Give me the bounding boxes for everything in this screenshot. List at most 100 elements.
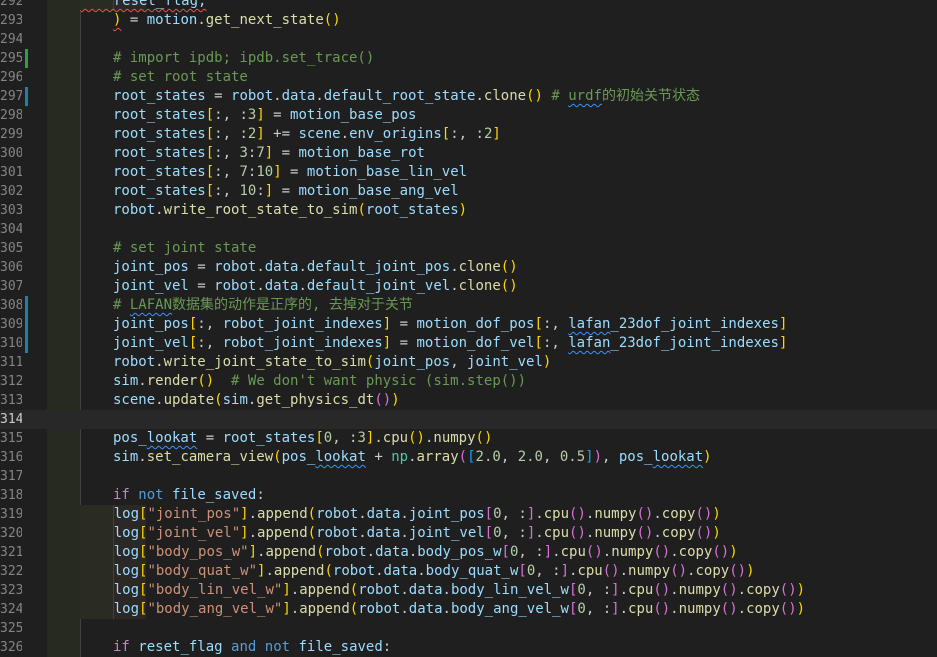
code-token: cpu xyxy=(382,430,409,446)
code-token: _23dof_joint_indexes xyxy=(610,335,779,351)
code-token: . xyxy=(408,449,417,465)
line-number: 322 xyxy=(0,564,22,579)
code-token: motion xyxy=(146,12,198,28)
code-line[interactable]: 321 log["body_pos_w"].append(robot.data.… xyxy=(0,543,937,562)
code-text: # LAFAN数据集的动作是正序的, 去掉对于关节 xyxy=(113,296,413,315)
code-line[interactable]: 324 log["body_ang_vel_w"].append(robot.d… xyxy=(0,600,937,619)
git-modified-marker[interactable] xyxy=(25,87,28,106)
code-text: log["joint_vel"].append(robot.data.joint… xyxy=(80,524,721,543)
code-token: [ xyxy=(205,145,215,161)
code-line[interactable]: 305 # set joint state xyxy=(0,239,937,258)
code-line[interactable]: 325 xyxy=(0,619,937,638)
code-token: [ xyxy=(315,430,324,446)
indent-guide xyxy=(47,543,80,562)
code-line[interactable]: 322 log["body_quat_w"].append(robot.data… xyxy=(0,562,937,581)
code-token: ) xyxy=(458,202,468,218)
code-token: () xyxy=(197,373,215,389)
code-line[interactable]: 306 joint_pos = robot.data.default_joint_… xyxy=(0,258,937,277)
code-token: "joint_pos" xyxy=(147,506,241,522)
code-text: joint_pos [:, robot_joint_indexes] = moti… xyxy=(113,315,787,334)
code-line[interactable]: 307 joint_vel = robot.data.default_joint_… xyxy=(0,277,937,296)
code-token: joint_pos xyxy=(113,259,189,275)
indent-guide xyxy=(47,239,80,258)
line-number: 305 xyxy=(0,241,22,256)
indent-guide-line xyxy=(80,448,81,467)
code-token: ) xyxy=(746,563,755,579)
code-line[interactable]: 303 robot.write_root_state_to_sim(root_st… xyxy=(0,201,937,220)
code-token: [ xyxy=(205,183,215,199)
code-token: update xyxy=(163,392,215,408)
code-line[interactable]: 323 log["body_lin_vel_w"].append(robot.d… xyxy=(0,581,937,600)
code-line[interactable]: 300 root_states[:, 3:7] = motion_base_rot xyxy=(0,144,937,163)
code-line[interactable]: 299 root_states[:, :2] += scene.env_origi… xyxy=(0,125,937,144)
code-line[interactable]: 310 joint_vel [:, robot_joint_indexes] = m… xyxy=(0,334,937,353)
code-token: , xyxy=(500,449,518,465)
line-number: 321 xyxy=(0,545,22,560)
code-line[interactable]: 294 xyxy=(0,30,937,49)
code-token: robot_joint_indexes xyxy=(222,316,383,332)
code-line[interactable]: 298 root_states[:, :3] = motion_base_pos xyxy=(0,106,937,125)
code-token: . xyxy=(619,582,629,598)
git-added-marker[interactable] xyxy=(25,49,28,68)
code-line[interactable]: 308 # LAFAN数据集的动作是正序的, 去掉对于关节 xyxy=(0,296,937,315)
code-line[interactable]: 302 root_states[:, 10:] = motion_base_ang… xyxy=(0,182,937,201)
code-line[interactable]: 315 pos_lookat = root_states[0, :3].cpu()… xyxy=(0,429,937,448)
code-line[interactable]: 292 reset_flag, xyxy=(0,0,937,11)
code-token: env_origins xyxy=(349,126,442,142)
indent-guide xyxy=(47,562,80,581)
code-line[interactable]: 304 xyxy=(0,220,937,239)
code-line[interactable]: 296 # set root state xyxy=(0,68,937,87)
code-token: 的初始关节状态 xyxy=(601,88,700,104)
code-text: robot.write_joint_state_to_sim(joint_pos… xyxy=(113,353,551,372)
code-text: root_states[:, :2] += scene.env_origins[… xyxy=(113,125,501,144)
code-text: log["body_pos_w"].append(robot.data.body… xyxy=(80,543,738,562)
code-line[interactable]: 297 root_states = robot.data.default_root… xyxy=(0,87,937,106)
code-token: root_states xyxy=(113,126,206,142)
code-token: cpu xyxy=(543,506,570,522)
code-line[interactable]: 314 xyxy=(0,410,937,429)
line-number: 303 xyxy=(0,203,22,218)
git-modified-marker[interactable] xyxy=(25,315,28,334)
code-token: () xyxy=(653,582,671,598)
code-text: log["body_lin_vel_w"].append(robot.data.… xyxy=(80,581,805,600)
code-line[interactable]: 316 sim.set_camera_view(pos_lookat + np.a… xyxy=(0,448,937,467)
code-line[interactable]: 319 log["joint_pos"].append(robot.data.j… xyxy=(0,505,937,524)
code-token: = xyxy=(188,278,215,294)
code-line[interactable]: 313 scene.update(sim.get_physics_dt()) xyxy=(0,391,937,410)
code-text: sim.render() # We don't want physic (sim… xyxy=(113,372,526,391)
code-token: robot_joint_indexes xyxy=(222,335,383,351)
code-token: [ xyxy=(484,506,494,522)
code-line[interactable]: 295 # import ipdb; ipdb.set_trace() xyxy=(0,49,937,68)
code-line[interactable]: 318 if not file_saved: xyxy=(0,486,937,505)
code-line[interactable]: 293) = motion.get_next_state() xyxy=(0,11,937,30)
line-number: 310 xyxy=(0,336,22,351)
git-modified-marker[interactable] xyxy=(25,296,28,315)
line-number: 299 xyxy=(0,127,22,142)
code-line[interactable]: 301 root_states[:, 7:10] = motion_base_li… xyxy=(0,163,937,182)
code-token: ] xyxy=(256,126,265,142)
code-line[interactable]: 326 if reset_flag and not file_saved: xyxy=(0,638,937,657)
code-token: joint_vel xyxy=(408,525,485,541)
code-text: scene.update(sim.get_physics_dt()) xyxy=(113,391,400,410)
code-token: ( xyxy=(349,601,359,617)
code-line[interactable]: 320 log["joint_vel"].append(robot.data.j… xyxy=(0,524,937,543)
git-modified-marker[interactable] xyxy=(25,334,28,353)
code-line[interactable]: 311 robot.write_joint_state_to_sim(joint_… xyxy=(0,353,937,372)
code-token: cpu xyxy=(577,563,603,579)
code-token: . xyxy=(290,601,300,617)
code-token: () xyxy=(569,525,586,541)
code-token: log xyxy=(80,544,140,560)
code-line[interactable]: 309 joint_pos [:, robot_joint_indexes] = m… xyxy=(0,315,937,334)
line-number: 312 xyxy=(0,374,22,389)
indent-guide xyxy=(47,524,80,543)
code-token: 数据集的动作是正序的, 去掉对于关节 xyxy=(172,297,413,313)
code-token: ( xyxy=(349,582,359,598)
code-token: [ xyxy=(534,316,543,332)
indent-guide-line xyxy=(80,220,81,239)
line-number: 317 xyxy=(0,469,22,484)
code-line[interactable]: 312 sim.render() # We don't want physic (… xyxy=(0,372,937,391)
code-token: . xyxy=(737,601,747,617)
code-token: not xyxy=(138,487,164,503)
code-editor[interactable]: 292 reset_flag, 293) = motion.get_next_st… xyxy=(0,0,937,657)
code-line[interactable]: 317 xyxy=(0,467,937,486)
